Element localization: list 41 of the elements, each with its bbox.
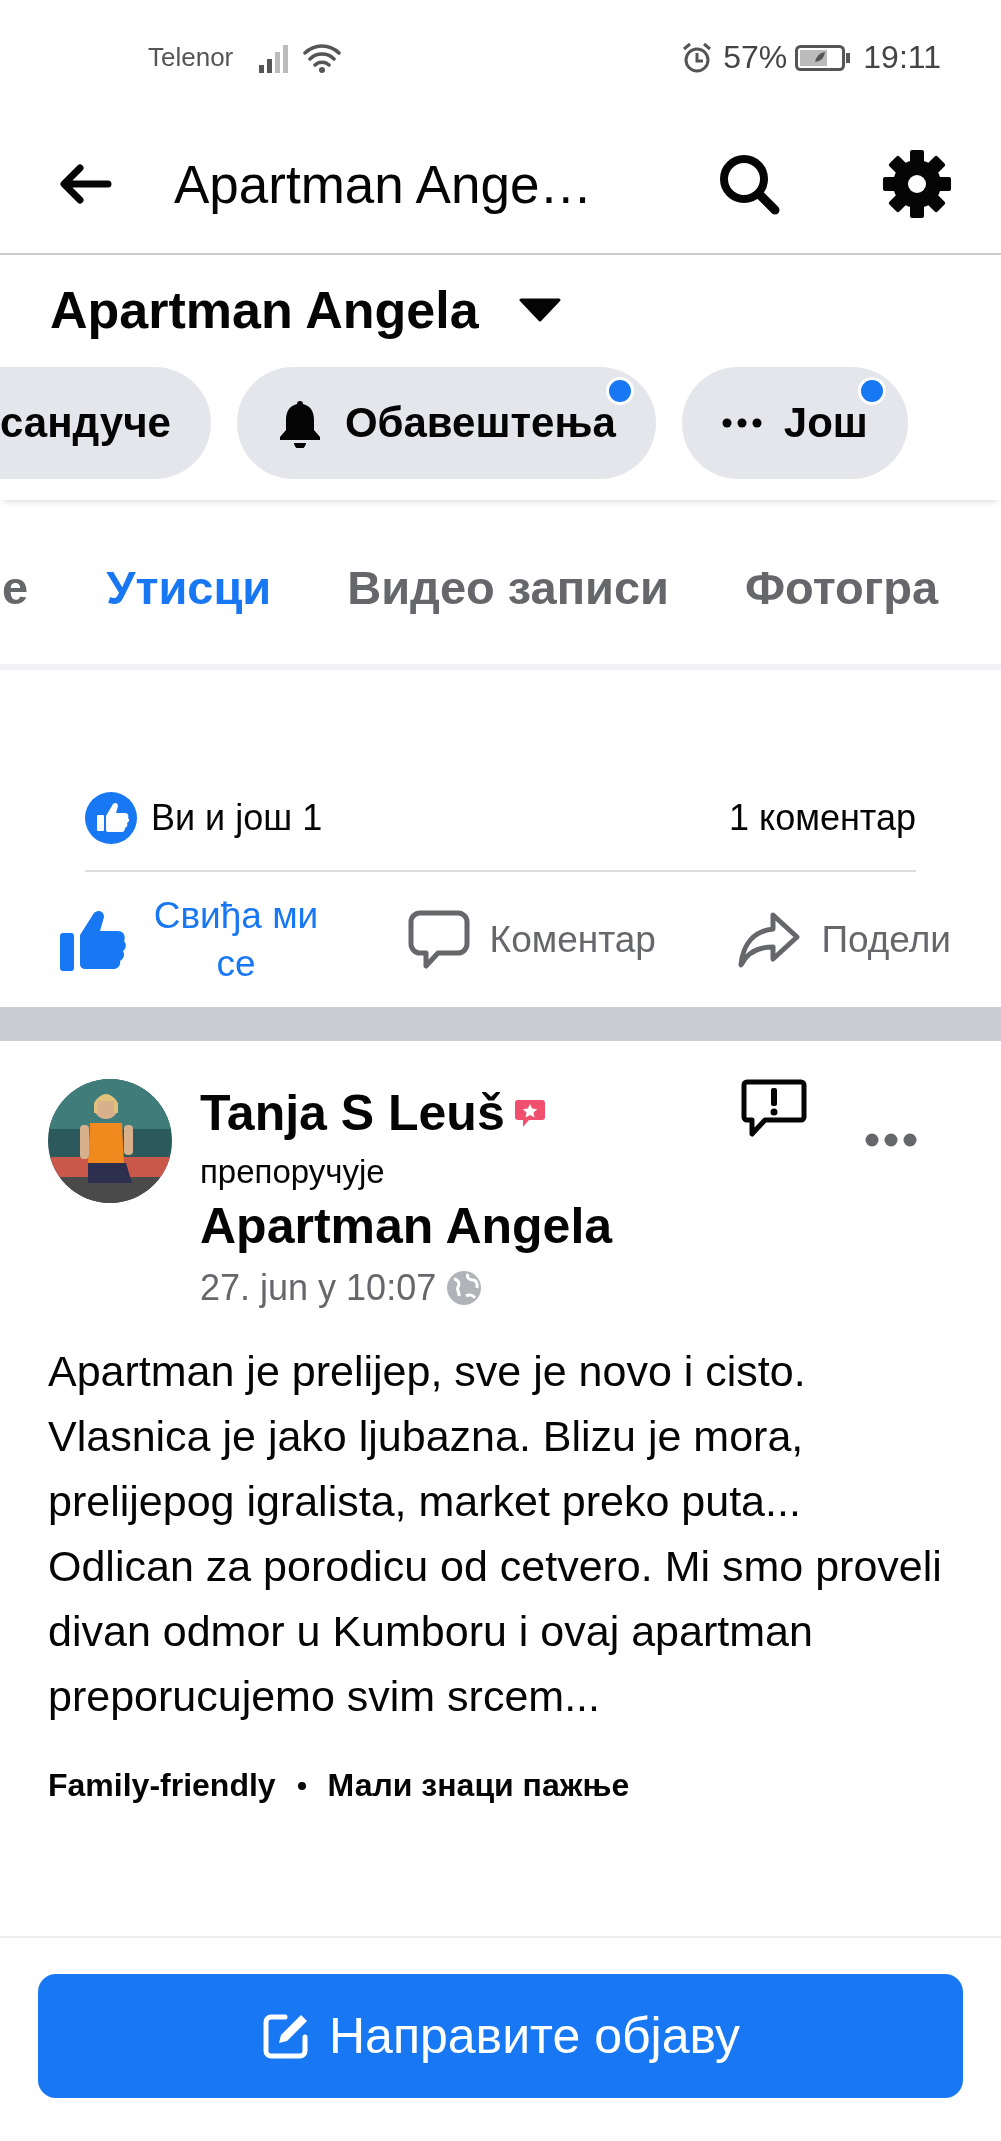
- thumbs-up-icon: [60, 908, 126, 971]
- settings-icon[interactable]: [881, 148, 953, 220]
- share-arrow-icon: [737, 910, 802, 969]
- post-action-button[interactable]: Свиђа ми се: [60, 891, 326, 988]
- ellipsis-icon: [721, 418, 762, 428]
- page-action-chip[interactable]: сандуче: [0, 367, 211, 479]
- review-verb: препоручује: [200, 1153, 386, 1191]
- alarm-icon: [681, 41, 714, 74]
- page-action-chip[interactable]: Још: [681, 367, 908, 479]
- page-action-chip[interactable]: Обавештења: [236, 367, 656, 479]
- clock-time: 19:11: [863, 39, 941, 76]
- author-name[interactable]: Tanja S Leuš: [200, 1084, 505, 1142]
- battery-icon: [795, 44, 852, 71]
- review-tag: Family-friendly: [48, 1767, 276, 1804]
- search-icon[interactable]: [717, 152, 781, 216]
- page-tab[interactable]: Утисци: [68, 510, 310, 664]
- create-post-button[interactable]: Направите објаву: [38, 1974, 963, 2098]
- report-icon[interactable]: [741, 1079, 807, 1139]
- header-title: Apartman Ange…: [174, 153, 594, 215]
- like-reaction-icon: [85, 791, 137, 844]
- back-arrow-icon[interactable]: [58, 164, 112, 204]
- carrier-name: Telenor: [148, 42, 234, 73]
- post-action-button[interactable]: Подели: [737, 910, 951, 969]
- post-date[interactable]: 27. jun у 10:07: [200, 1267, 437, 1309]
- page-tab[interactable]: е: [0, 510, 69, 664]
- reaction-summary[interactable]: Ви и још 1: [151, 796, 323, 839]
- page-name: Apartman Angela: [50, 280, 479, 340]
- more-options-icon[interactable]: [865, 1133, 917, 1147]
- separator-dot-icon: [297, 1781, 306, 1790]
- comment-count[interactable]: 1 коментар: [729, 796, 916, 839]
- dropdown-caret-icon[interactable]: [518, 298, 561, 322]
- reviewed-page-link[interactable]: Apartman Angela: [200, 1197, 953, 1255]
- post-action-button[interactable]: Коментар: [407, 909, 656, 970]
- page-tab[interactable]: Фотогра: [707, 510, 977, 664]
- battery-percent: 57%: [723, 39, 788, 76]
- speech-bubble-icon: [407, 909, 470, 970]
- page-tab[interactable]: Видео записи: [309, 510, 707, 664]
- review-text: Apartman je prelijep, sve je novo i cisto. Vlasnica je jako ljubazna. Blizu je mora, prelijepog igralista, market preko puta... Odlican za porodicu od cetvero. Mi smo proveli divan odmor u Kumboru i ovaj apartman preporucujemo svim srcem...: [48, 1346, 943, 1722]
- wifi-icon: [303, 42, 342, 73]
- globe-icon: [446, 1270, 483, 1306]
- review-tag: Мали знаци пажње: [327, 1767, 630, 1804]
